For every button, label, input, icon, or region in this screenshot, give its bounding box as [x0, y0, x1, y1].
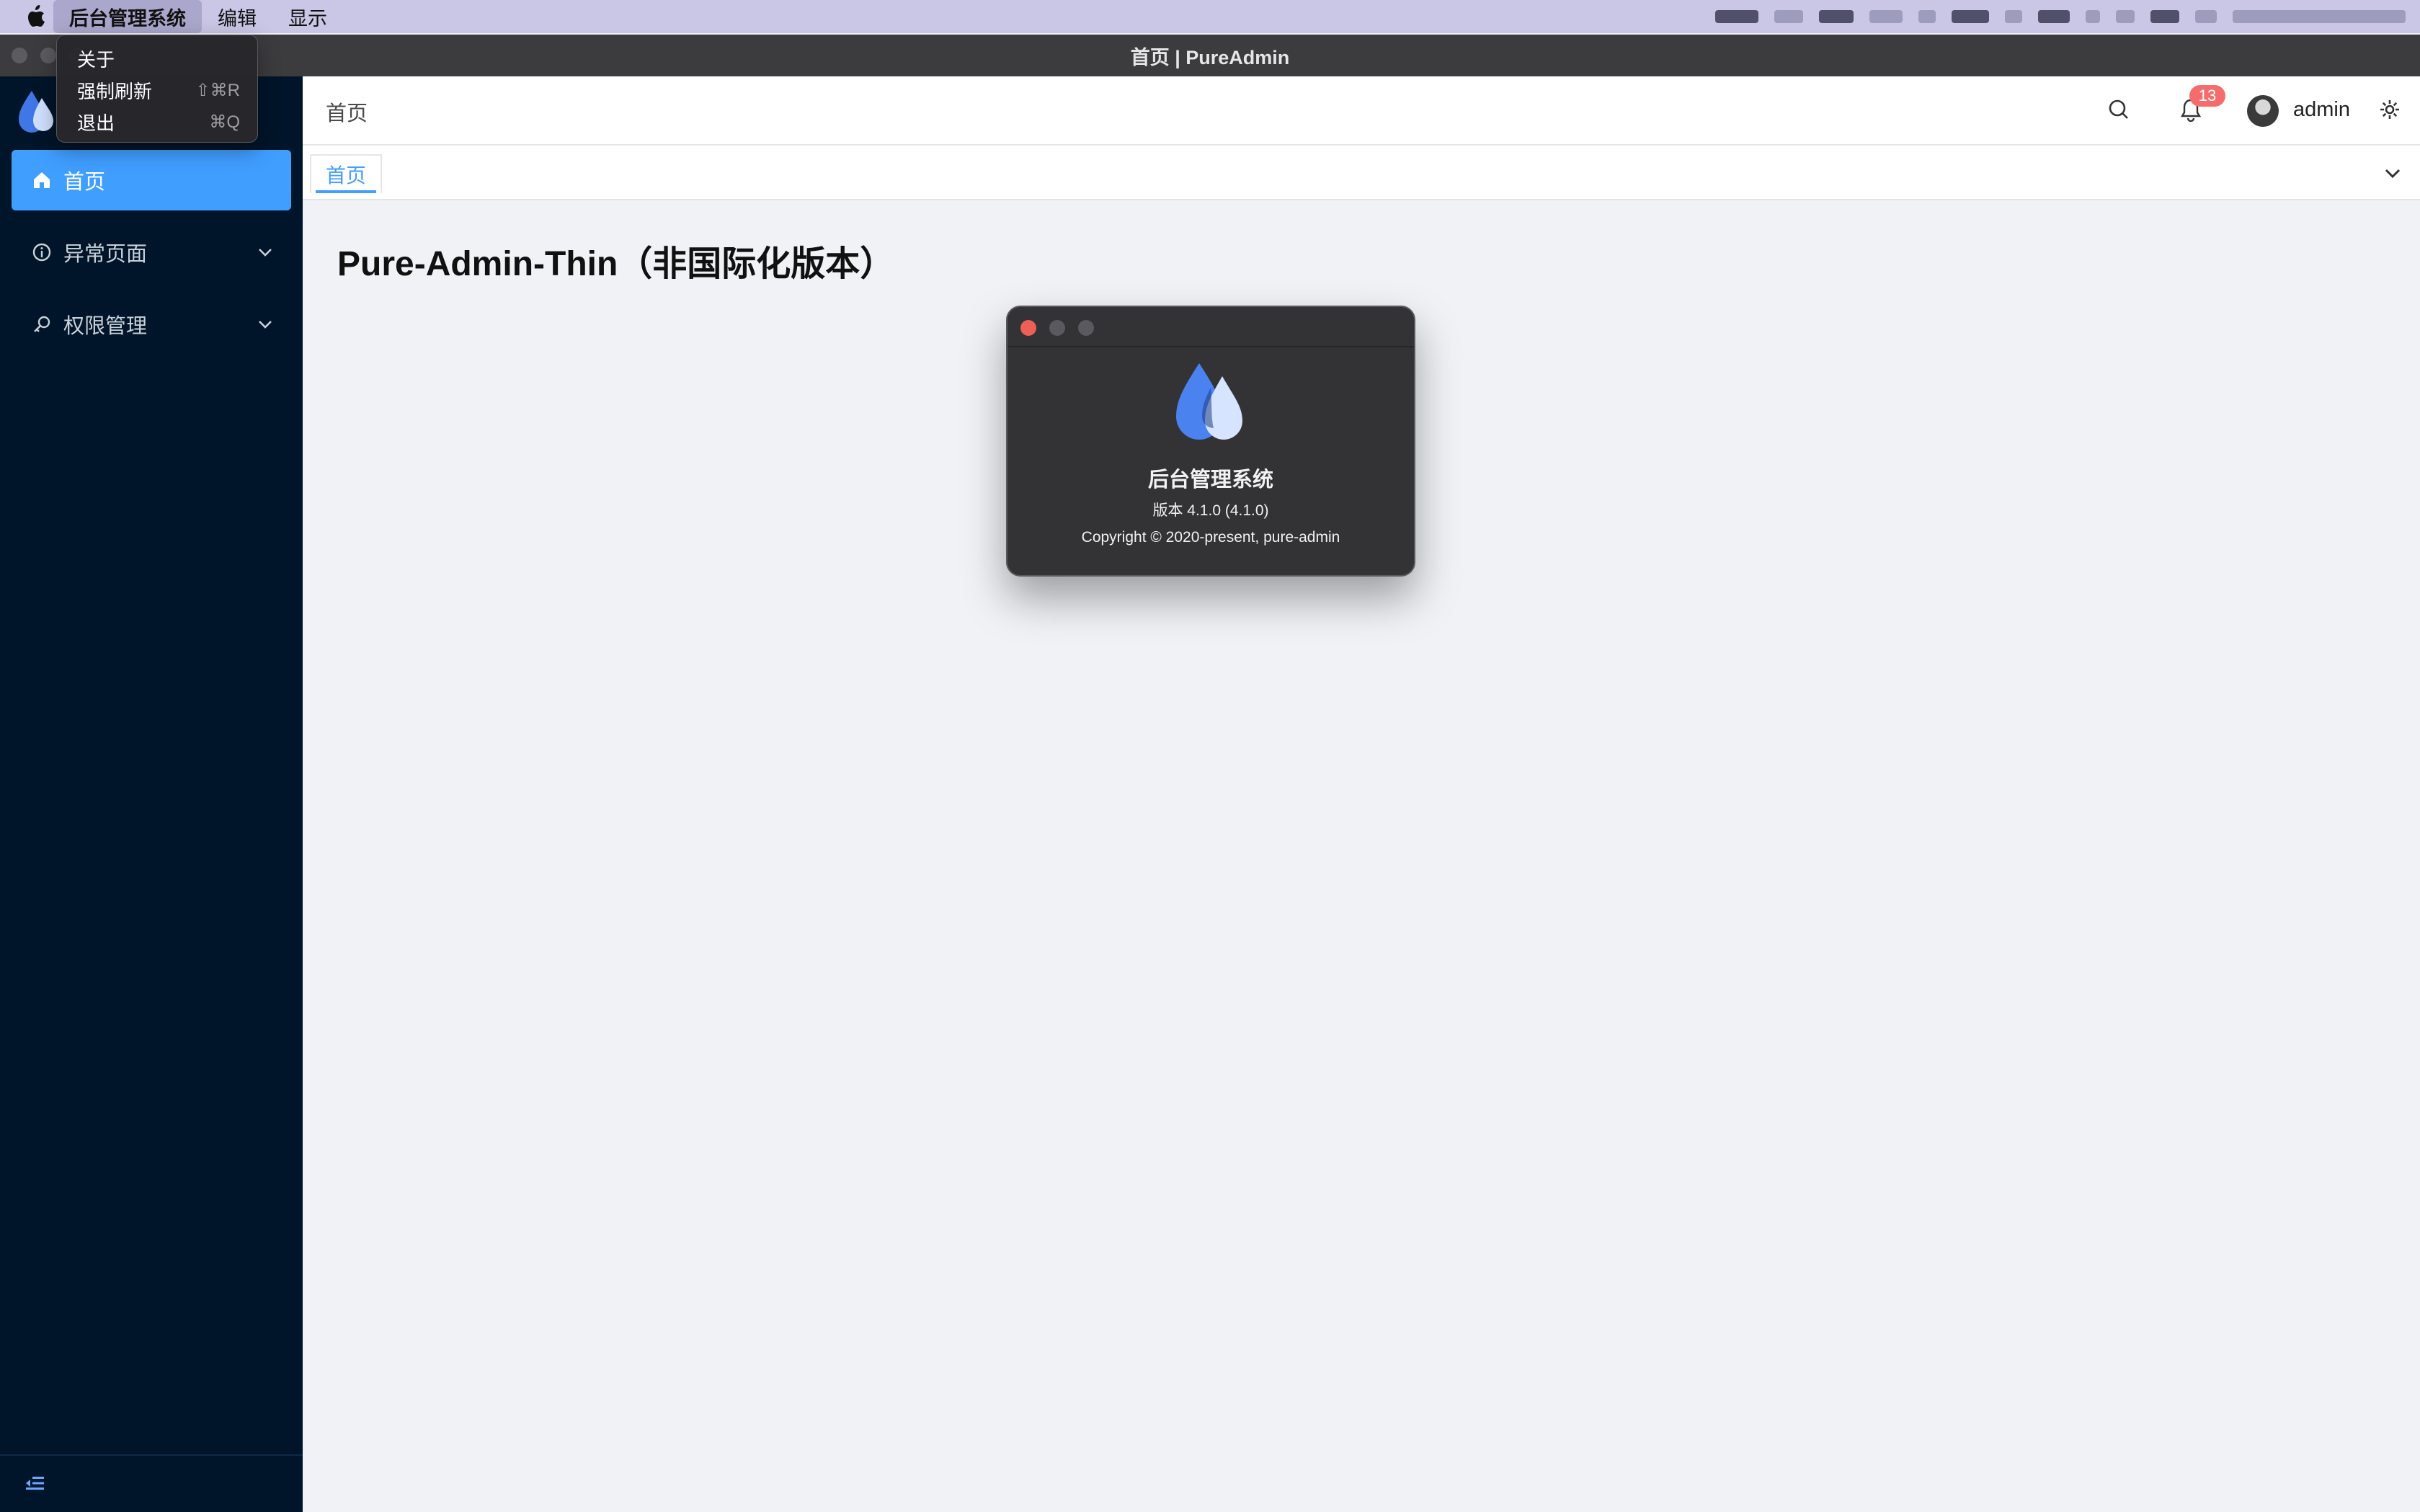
- about-title-bar: [1007, 307, 1414, 347]
- sidebar-item-label: 权限管理: [63, 315, 148, 338]
- gear-icon[interactable]: [2375, 95, 2404, 124]
- menu-bar-status-icons: [1715, 0, 2406, 33]
- top-header: 首页 13 admin: [303, 76, 2420, 146]
- about-copyright: Copyright © 2020-present, pure-admin: [1081, 529, 1340, 546]
- app-logo-icon: [1176, 363, 1242, 440]
- menu-item-shortcut: ⇧⌘R: [195, 80, 240, 100]
- username[interactable]: admin: [2293, 98, 2350, 122]
- menu-item-label: 强制刷新: [77, 80, 153, 102]
- search-icon[interactable]: [2104, 95, 2133, 124]
- sidebar-divider: [0, 1454, 303, 1456]
- dialog-window-controls: [1020, 320, 1094, 336]
- tab-home[interactable]: 首页: [310, 154, 383, 193]
- apple-icon[interactable]: [19, 0, 53, 33]
- menu-edit[interactable]: 编辑: [202, 0, 272, 33]
- minimize-dialog-button[interactable]: [1049, 320, 1065, 336]
- close-window-button[interactable]: [12, 48, 27, 63]
- sidebar-item-label: 异常页面: [63, 243, 148, 266]
- menu-item-force-reload[interactable]: 强制刷新 ⇧⌘R: [57, 74, 257, 106]
- sidebar-item-permission[interactable]: 权限管理: [12, 294, 291, 355]
- zoom-dialog-button[interactable]: [1078, 320, 1094, 336]
- page-title: Pure-Admin-Thin（非国际化版本）: [337, 245, 895, 283]
- sidebar-item-label: 首页: [63, 171, 106, 194]
- macos-menu-bar: 后台管理系统 编辑 显示: [0, 0, 2420, 33]
- app-menu-dropdown: 关于 强制刷新 ⇧⌘R 退出 ⌘Q: [56, 35, 258, 143]
- about-dialog: 后台管理系统 版本 4.1.0 (4.1.0) Copyright © 2020…: [1006, 306, 1415, 577]
- minimize-window-button[interactable]: [40, 48, 56, 63]
- app-logo-icon[interactable]: [16, 88, 56, 138]
- notification-badge: 13: [2189, 85, 2225, 107]
- info-circle-icon: [30, 241, 53, 264]
- about-app-name: 后台管理系统: [1147, 468, 1273, 492]
- menu-item-label: 退出: [77, 112, 115, 134]
- menu-view[interactable]: 显示: [272, 0, 343, 33]
- menu-item-quit[interactable]: 退出 ⌘Q: [57, 106, 257, 138]
- about-version: 版本 4.1.0 (4.1.0): [1152, 502, 1269, 519]
- breadcrumb[interactable]: 首页: [326, 97, 368, 127]
- menu-item-label: 关于: [77, 48, 115, 71]
- menu-app-name[interactable]: 后台管理系统: [53, 0, 202, 33]
- sidebar-item-home[interactable]: 首页: [12, 150, 291, 210]
- close-dialog-button[interactable]: [1020, 320, 1036, 336]
- sidebar-item-exception[interactable]: 异常页面: [12, 222, 291, 283]
- chevron-down-icon: [259, 249, 272, 257]
- menu-item-shortcut: ⌘Q: [209, 112, 240, 132]
- key-icon: [30, 313, 53, 336]
- avatar[interactable]: [2247, 95, 2279, 127]
- menu-item-about[interactable]: 关于: [57, 43, 257, 74]
- tabs-bar: 首页: [303, 146, 2420, 200]
- window-title-bar: 首页 | PureAdmin: [0, 35, 2420, 76]
- window-title: 首页 | PureAdmin: [1130, 46, 1290, 68]
- collapse-menu-icon[interactable]: [23, 1472, 46, 1495]
- chevron-down-icon: [259, 321, 272, 329]
- home-icon: [30, 169, 53, 192]
- chevron-down-icon[interactable]: [2381, 161, 2404, 184]
- sidebar: 首页 异常页面 权限管理: [0, 76, 303, 1512]
